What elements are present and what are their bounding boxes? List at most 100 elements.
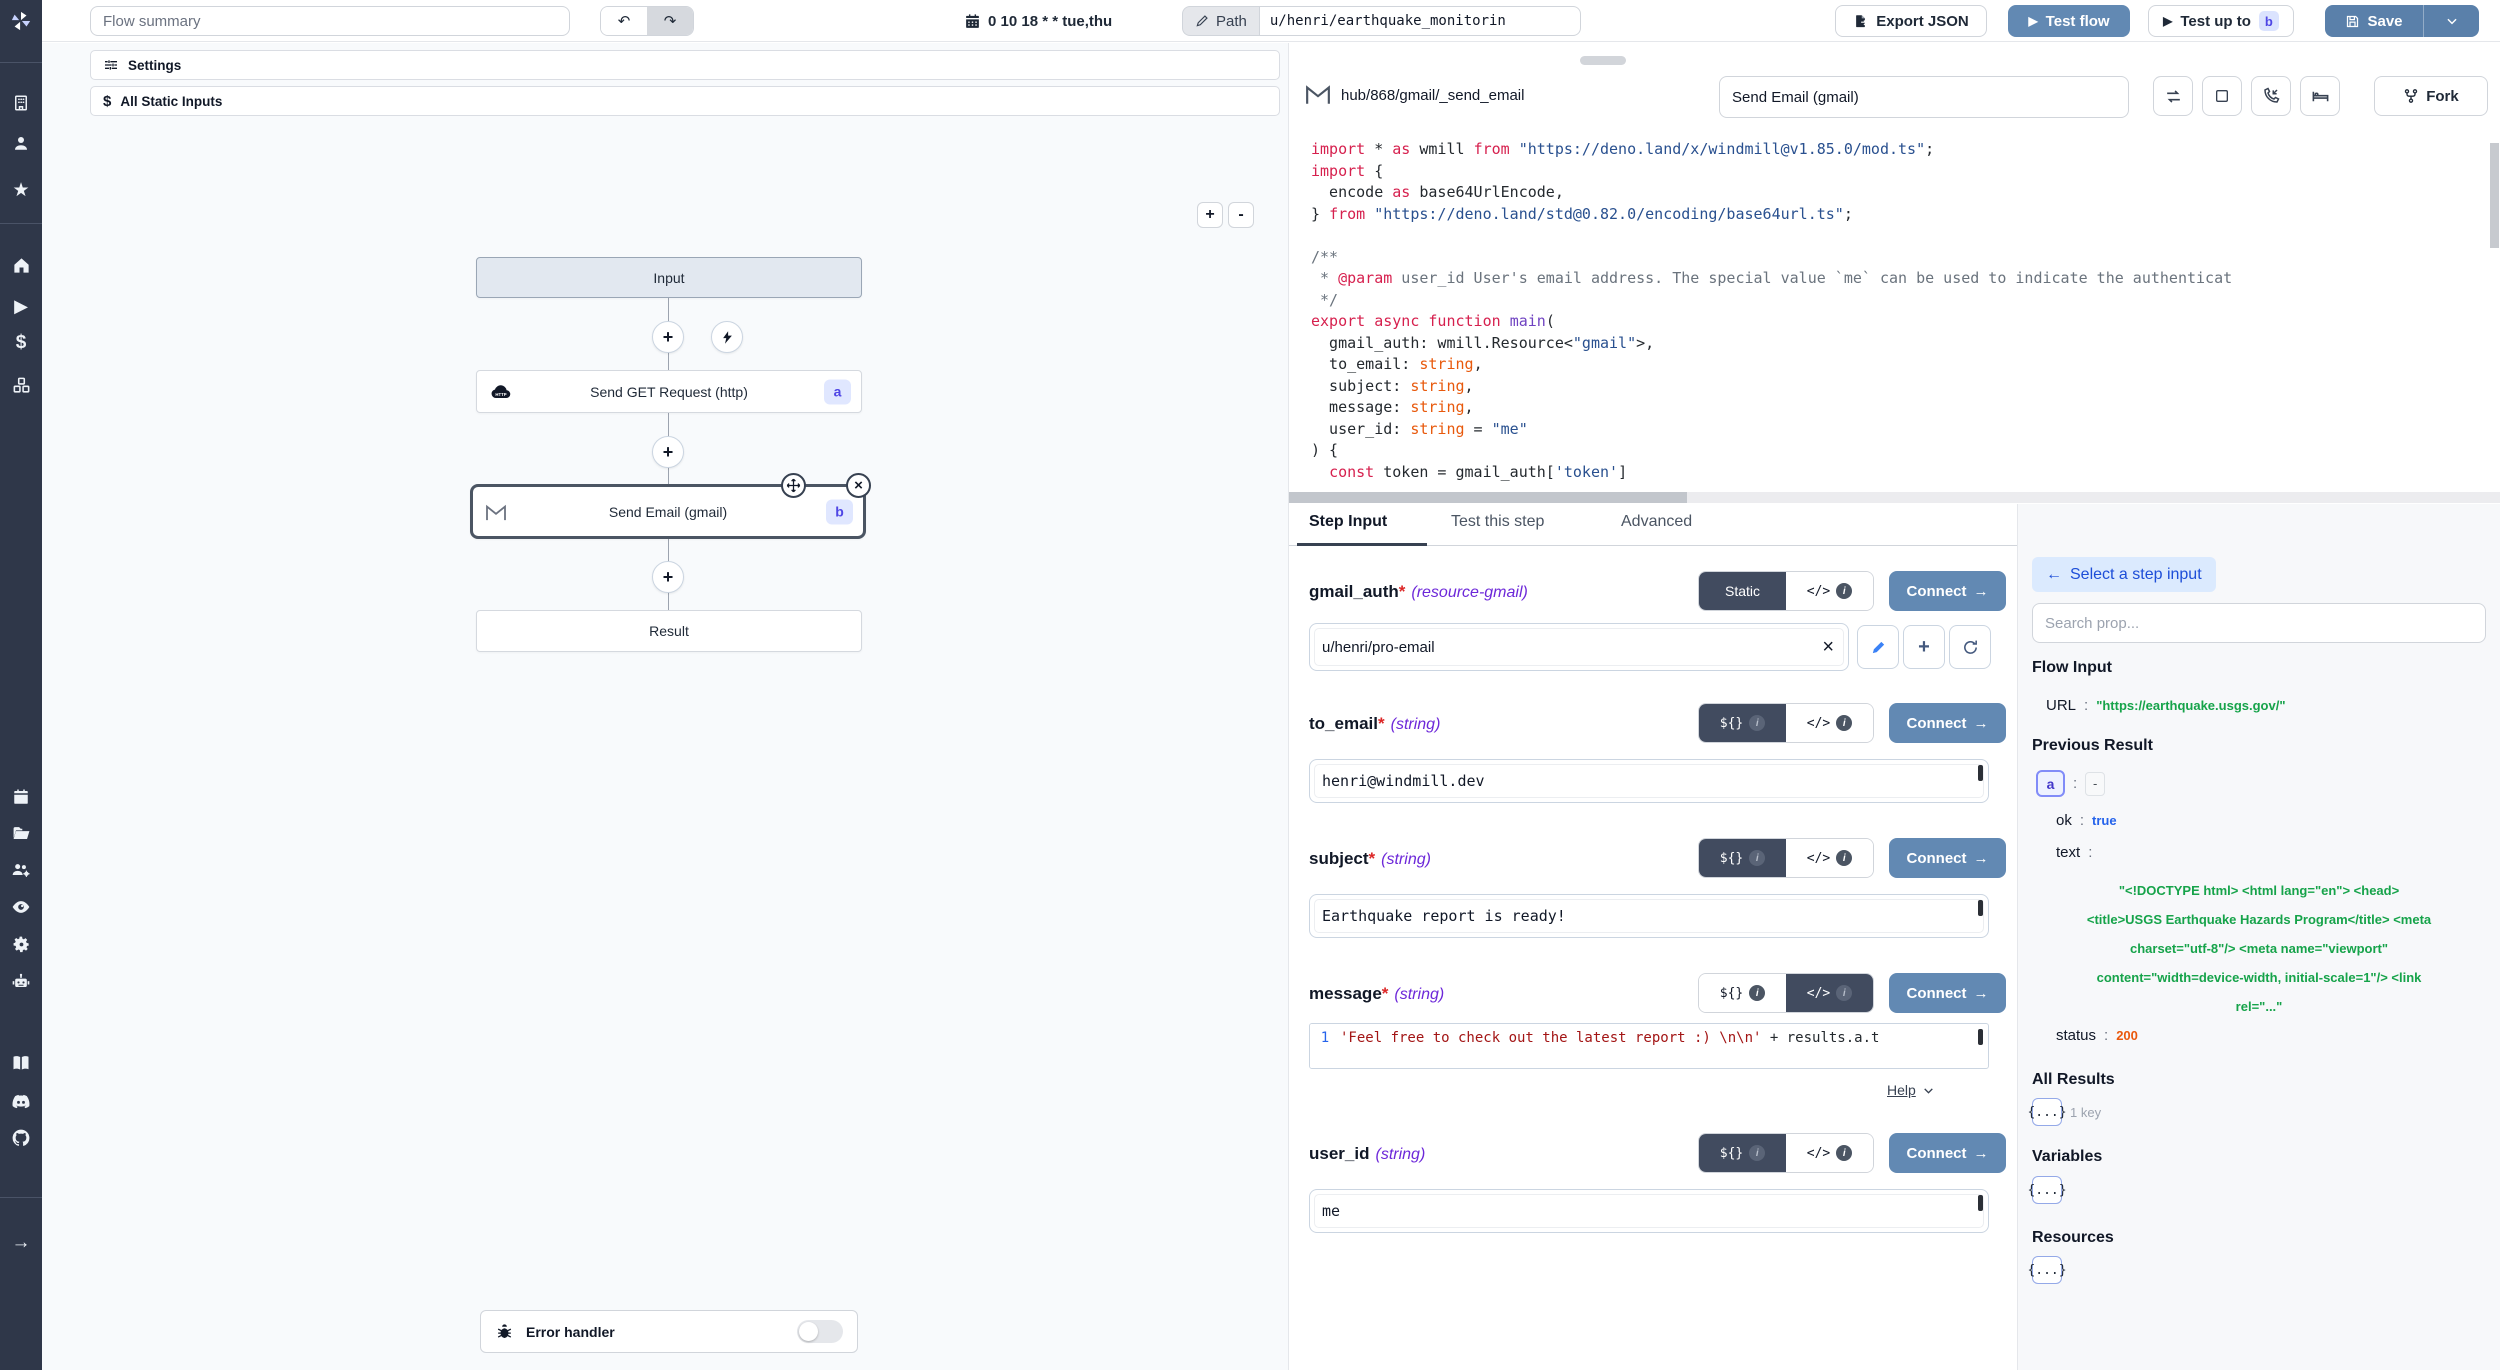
user-id-input[interactable]: me: [1309, 1189, 1989, 1233]
folders-icon[interactable]: [0, 818, 42, 848]
resources-object-badge[interactable]: {...}: [2032, 1256, 2062, 1284]
flow-summary-input[interactable]: [90, 6, 570, 36]
all-results-object-badge[interactable]: {...}: [2032, 1098, 2062, 1126]
move-node-handle[interactable]: [781, 473, 806, 498]
reload-script-button[interactable]: [2153, 76, 2193, 116]
docs-book-icon[interactable]: [0, 1048, 42, 1078]
code-mode-segment[interactable]: </>i: [1786, 572, 1873, 610]
info-icon[interactable]: i: [1836, 715, 1852, 731]
info-icon[interactable]: i: [1836, 985, 1852, 1001]
schedule-display[interactable]: 0 10 18 * * tue,thu: [964, 0, 1112, 42]
groups-users-icon[interactable]: [0, 855, 42, 885]
panel-splitter-handle[interactable]: [1580, 56, 1626, 65]
message-expression-editor[interactable]: 1 'Feel free to check out the latest rep…: [1309, 1023, 1989, 1069]
path-input[interactable]: [1259, 6, 1581, 36]
expr-mode-segment[interactable]: ${}i: [1699, 1134, 1786, 1172]
info-icon[interactable]: i: [1749, 1145, 1765, 1161]
static-mode-segment[interactable]: Static: [1699, 572, 1786, 610]
expr-mode-segment[interactable]: ${}i: [1699, 704, 1786, 742]
flow-node-gmail-selected[interactable]: Send Email (gmail) b: [470, 484, 866, 539]
schedules-calendar-icon[interactable]: [0, 782, 42, 812]
code-vertical-scrollbar[interactable]: [2490, 143, 2499, 248]
save-button[interactable]: Save: [2325, 5, 2423, 37]
text-value-preview[interactable]: "<!DOCTYPE html> <html lang="en"> <head>…: [2028, 876, 2490, 1021]
all-static-inputs-button[interactable]: $ All Static Inputs: [90, 86, 1280, 116]
add-step-button[interactable]: +: [652, 561, 684, 593]
connect-button-gmail-auth[interactable]: Connect→: [1889, 571, 2006, 611]
bed-sleep-button[interactable]: [2300, 76, 2340, 116]
info-icon[interactable]: i: [1836, 583, 1852, 599]
add-step-button[interactable]: +: [652, 321, 684, 353]
connect-button-to-email[interactable]: Connect→: [1889, 703, 2006, 743]
redo-button[interactable]: ↷: [647, 7, 693, 35]
step-name-input[interactable]: [1719, 76, 2129, 118]
step-a-badge[interactable]: a: [2036, 770, 2065, 797]
tab-advanced[interactable]: Advanced: [1621, 513, 1692, 531]
delete-node-button[interactable]: ×: [846, 473, 871, 498]
flow-node-http[interactable]: HTTP Send GET Request (http) a: [476, 370, 862, 413]
add-resource-button[interactable]: +: [1903, 625, 1945, 669]
workers-robot-icon[interactable]: [0, 967, 42, 997]
help-link[interactable]: Help: [1887, 1082, 1935, 1098]
search-prop-input[interactable]: [2032, 603, 2486, 643]
variables-dollar-icon[interactable]: $: [0, 328, 42, 358]
flow-node-input[interactable]: Input: [476, 257, 862, 298]
code-mode-segment[interactable]: </>i: [1786, 839, 1873, 877]
add-step-button[interactable]: +: [652, 436, 684, 468]
connect-button-message[interactable]: Connect→: [1889, 973, 2006, 1013]
flow-node-result[interactable]: Result: [476, 610, 862, 652]
runs-play-icon[interactable]: ▶: [0, 291, 42, 321]
code-horizontal-scrollbar[interactable]: [1289, 492, 1687, 503]
user-icon[interactable]: [0, 128, 42, 158]
zoom-out-button[interactable]: -: [1228, 202, 1254, 228]
subject-input[interactable]: Earthquake report is ready!: [1309, 894, 1989, 938]
code-mode-segment[interactable]: </>i: [1786, 974, 1873, 1012]
eye-icon[interactable]: [0, 892, 42, 922]
info-icon[interactable]: i: [1836, 850, 1852, 866]
info-icon[interactable]: i: [1836, 1145, 1852, 1161]
phone-incoming-button[interactable]: [2251, 76, 2291, 116]
zoom-in-button[interactable]: +: [1197, 202, 1223, 228]
discord-icon[interactable]: [0, 1086, 42, 1116]
step-a-value[interactable]: -: [2085, 772, 2105, 796]
export-json-button[interactable]: Export JSON: [1835, 5, 1987, 37]
settings-button[interactable]: Settings: [90, 50, 1280, 80]
collapse-arrow-icon[interactable]: →: [0, 1228, 42, 1258]
connect-button-subject[interactable]: Connect→: [1889, 838, 2006, 878]
test-up-to-button[interactable]: ▶ Test up to b: [2148, 5, 2294, 37]
home-icon[interactable]: [0, 250, 42, 280]
url-value[interactable]: "https://earthquake.usgs.gov/": [2096, 698, 2285, 713]
undo-button[interactable]: ↶: [601, 7, 647, 35]
refresh-resource-button[interactable]: [1949, 625, 1991, 669]
stop-square-button[interactable]: [2202, 76, 2242, 116]
save-dropdown-button[interactable]: [2423, 5, 2479, 37]
status-value[interactable]: 200: [2116, 1028, 2138, 1043]
github-icon[interactable]: [0, 1123, 42, 1153]
workspace-building-icon[interactable]: [0, 88, 42, 118]
edit-resource-button[interactable]: [1857, 625, 1899, 669]
trigger-bolt-button[interactable]: [711, 321, 743, 353]
ok-value[interactable]: true: [2092, 813, 2117, 828]
code-mode-segment[interactable]: </>i: [1786, 704, 1873, 742]
select-step-input-chip[interactable]: ← Select a step input: [2032, 557, 2216, 592]
test-flow-button[interactable]: ▶ Test flow: [2008, 5, 2130, 37]
info-icon[interactable]: i: [1749, 985, 1765, 1001]
expr-mode-segment[interactable]: ${}i: [1699, 974, 1786, 1012]
info-icon[interactable]: i: [1749, 715, 1765, 731]
tab-step-input[interactable]: Step Input: [1309, 513, 1387, 531]
favorites-star-icon[interactable]: ★: [0, 175, 42, 205]
error-handler-toggle[interactable]: [797, 1320, 843, 1343]
settings-gear-icon[interactable]: [0, 929, 42, 959]
expr-mode-segment[interactable]: ${}i: [1699, 839, 1786, 877]
code-editor[interactable]: import * as wmill from "https://deno.lan…: [1289, 131, 2487, 491]
clear-resource-button[interactable]: ×: [1822, 637, 1834, 657]
tab-test-this-step[interactable]: Test this step: [1451, 513, 1544, 531]
info-icon[interactable]: i: [1749, 850, 1765, 866]
fork-button[interactable]: Fork: [2374, 76, 2488, 116]
connect-button-user-id[interactable]: Connect→: [1889, 1133, 2006, 1173]
gmail-auth-resource-input[interactable]: u/henri/pro-email ×: [1309, 623, 1849, 671]
variables-object-badge[interactable]: {...}: [2032, 1176, 2062, 1204]
path-edit-badge[interactable]: Path: [1182, 6, 1259, 36]
to-email-input[interactable]: henri@windmill.dev: [1309, 759, 1989, 803]
windmill-logo[interactable]: [0, 6, 42, 36]
